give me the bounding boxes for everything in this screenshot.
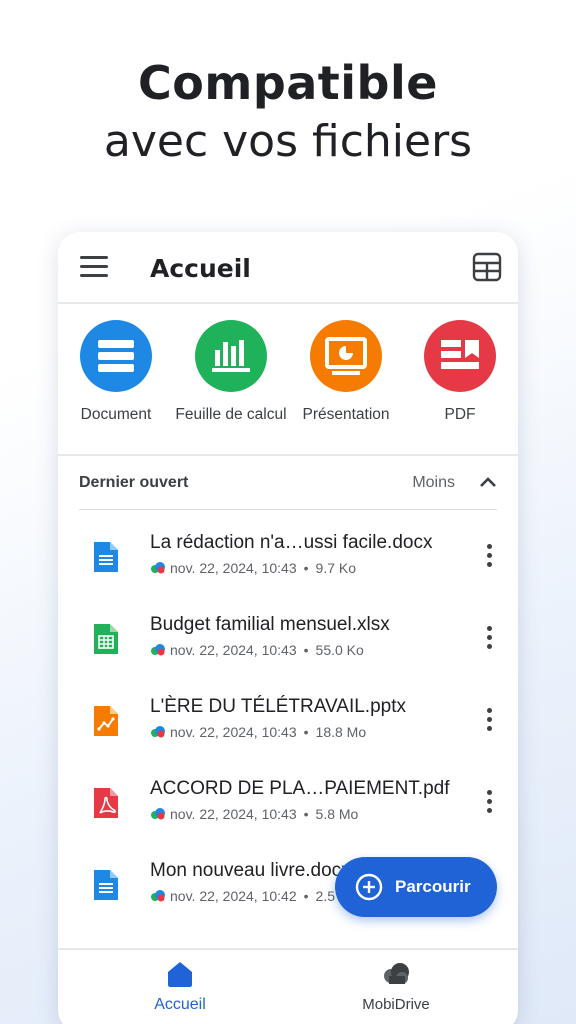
category-spreadsheet[interactable]: Feuille de calcul — [173, 320, 289, 425]
file-name: La rédaction n'a…ussi facile.docx — [150, 532, 433, 553]
pdf-file-icon — [94, 788, 118, 818]
bottom-nav: Accueil MobiDrive — [58, 948, 518, 1024]
add-circle-icon — [355, 873, 383, 901]
file-size: 18.8 Mo — [315, 724, 367, 740]
file-name: Budget familial mensuel.xlsx — [150, 614, 390, 635]
file-date: nov. 22, 2024, 10:43 — [170, 642, 297, 658]
file-row[interactable]: Budget familial mensuel.xlsx nov. 22, 20… — [58, 602, 518, 682]
hero: Compatible avec vos fichiers — [0, 56, 576, 167]
cloud-sync-icon — [151, 562, 165, 574]
file-meta: nov. 22, 2024, 10:43 • 9.7 Ko — [150, 560, 356, 576]
nav-item-mobidrive[interactable]: MobiDrive — [316, 960, 476, 1013]
browse-button[interactable]: Parcourir — [335, 857, 497, 917]
cloud-sync-icon — [151, 726, 165, 738]
file-meta: nov. 22, 2024, 10:43 • 18.8 Mo — [150, 724, 366, 740]
category-pdf[interactable]: PDF — [402, 320, 518, 425]
file-date: nov. 22, 2024, 10:43 — [170, 724, 297, 740]
nav-label: MobiDrive — [362, 996, 430, 1013]
recent-title: Dernier ouvert — [79, 474, 189, 491]
more-options-icon[interactable] — [480, 708, 498, 736]
category-label: Document — [80, 406, 152, 423]
more-options-icon[interactable] — [480, 790, 498, 818]
hero-title: Compatible — [138, 56, 438, 110]
spreadsheet-icon — [195, 320, 267, 392]
cloud-icon — [384, 963, 409, 984]
file-row[interactable]: ACCORD DE PLA…PAIEMENT.pdf nov. 22, 2024… — [58, 766, 518, 846]
file-size: 9.7 Ko — [315, 560, 357, 576]
file-date: nov. 22, 2024, 10:43 — [170, 806, 297, 822]
browse-label: Parcourir — [395, 877, 471, 896]
hero-subtitle: avec vos fichiers — [103, 116, 473, 167]
grid-view-icon[interactable] — [472, 252, 502, 282]
phone-screen: Accueil Document Feuille de calcul Prése… — [58, 232, 518, 1024]
file-size: 5.8 Mo — [315, 806, 359, 822]
pdf-icon — [424, 320, 496, 392]
cloud-sync-icon — [151, 644, 165, 656]
file-size: 55.0 Ko — [315, 642, 364, 658]
file-name: ACCORD DE PLA…PAIEMENT.pdf — [150, 778, 450, 799]
chevron-up-icon[interactable] — [479, 474, 497, 490]
docx-file-icon — [94, 870, 118, 900]
file-date: nov. 22, 2024, 10:42 — [170, 888, 297, 904]
page-title: Accueil — [150, 254, 251, 283]
category-row: Document Feuille de calcul Présentation … — [58, 304, 518, 456]
file-date: nov. 22, 2024, 10:43 — [170, 560, 297, 576]
category-label: Présentation — [302, 406, 390, 423]
app-bar: Accueil — [58, 232, 518, 304]
presentation-icon — [310, 320, 382, 392]
file-name: Mon nouveau livre.docx — [150, 860, 351, 881]
nav-label: Accueil — [154, 996, 206, 1013]
file-meta: nov. 22, 2024, 10:43 • 55.0 Ko — [150, 642, 364, 658]
file-meta: nov. 22, 2024, 10:43 • 5.8 Mo — [150, 806, 358, 822]
pptx-file-icon — [94, 706, 118, 736]
category-label: PDF — [444, 406, 476, 423]
category-document[interactable]: Document — [58, 320, 174, 425]
file-row[interactable]: L'ÈRE DU TÉLÉTRAVAIL.pptx nov. 22, 2024,… — [58, 684, 518, 764]
nav-item-home[interactable]: Accueil — [100, 960, 260, 1014]
cloud-sync-icon — [151, 890, 165, 902]
more-options-icon[interactable] — [480, 626, 498, 654]
category-label: Feuille de calcul — [175, 406, 287, 423]
category-presentation[interactable]: Présentation — [288, 320, 404, 425]
hamburger-menu-icon[interactable] — [80, 256, 108, 280]
home-icon — [168, 962, 192, 987]
docx-file-icon — [94, 542, 118, 572]
collapse-button[interactable]: Moins — [412, 474, 455, 492]
document-icon — [80, 320, 152, 392]
file-name: L'ÈRE DU TÉLÉTRAVAIL.pptx — [150, 696, 406, 717]
cloud-sync-icon — [151, 808, 165, 820]
recent-header: Dernier ouvert Moins — [79, 456, 497, 510]
file-meta: nov. 22, 2024, 10:42 • 2.5 Ko — [150, 888, 356, 904]
xlsx-file-icon — [94, 624, 118, 654]
more-options-icon[interactable] — [480, 544, 498, 572]
file-row[interactable]: La rédaction n'a…ussi facile.docx nov. 2… — [58, 520, 518, 600]
